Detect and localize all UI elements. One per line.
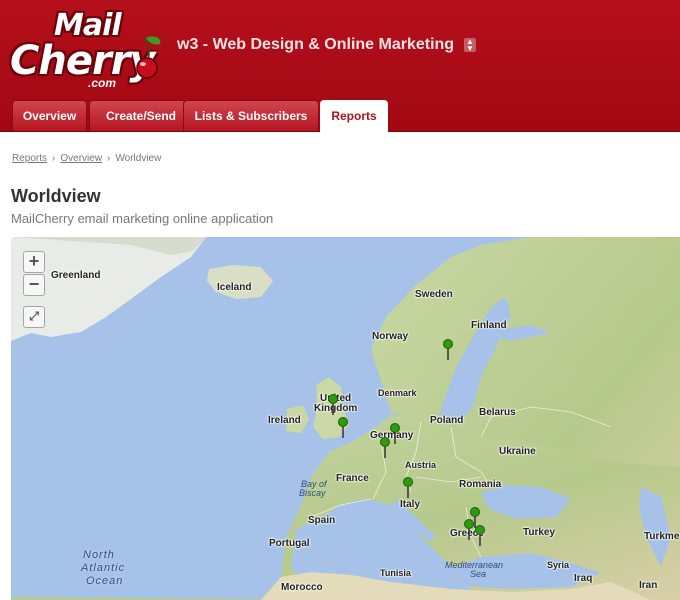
mailcherry-logo[interactable]: Mail Cherry .com xyxy=(8,6,163,92)
breadcrumb-separator: › xyxy=(107,153,111,164)
map-marker[interactable] xyxy=(441,339,455,361)
cherry-icon xyxy=(136,35,161,79)
map-label-turkmenistan: Turkme xyxy=(644,531,680,542)
breadcrumb-reports[interactable]: Reports xyxy=(12,153,47,164)
map-label-poland: Poland xyxy=(430,415,464,426)
map-label-denmark: Denmark xyxy=(378,388,417,398)
account-title: w3 - Web Design & Online Marketing xyxy=(177,36,455,53)
map-label-ukraine: Ukraine xyxy=(499,446,536,457)
fullscreen-icon[interactable]: ⤢ xyxy=(23,306,45,328)
logo-text-dotcom: .com xyxy=(88,76,117,90)
map-label-north: North xyxy=(83,549,115,561)
page-subtitle: MailCherry email marketing online applic… xyxy=(11,211,274,226)
map-label-syria: Syria xyxy=(547,560,570,570)
breadcrumb: Reports › Overview › Worldview xyxy=(12,153,161,164)
tab-overview[interactable]: Overview xyxy=(12,100,87,131)
map-label-sweden: Sweden xyxy=(415,289,453,300)
map-label-romania: Romania xyxy=(459,479,502,490)
map-label-turkey: Turkey xyxy=(523,527,556,538)
map-label-biscay: Biscay xyxy=(299,488,326,498)
map-label-iceland: Iceland xyxy=(217,282,252,293)
map-label-iran: Iran xyxy=(639,580,658,591)
map-label-ireland: Ireland xyxy=(268,415,301,426)
map-label-portugal: Portugal xyxy=(269,538,310,549)
zoom-in-button[interactable]: + xyxy=(23,251,45,273)
tab-create-send[interactable]: Create/Send xyxy=(89,100,193,131)
tab-lists-subscribers[interactable]: Lists & Subscribers xyxy=(183,100,319,131)
map-marker[interactable] xyxy=(326,394,340,416)
map-marker[interactable] xyxy=(401,477,415,499)
map-label-greenland: Greenland xyxy=(51,270,101,281)
map-marker[interactable] xyxy=(378,437,392,459)
map-label-france: France xyxy=(336,473,369,484)
app-header: Mail Cherry .com w3 - Web Design & Onlin… xyxy=(0,0,680,132)
map-label-spain: Spain xyxy=(308,515,336,526)
map-label-morocco: Morocco xyxy=(281,582,323,593)
page-title: Worldview xyxy=(11,186,101,206)
map-label-iraq: Iraq xyxy=(574,573,593,584)
map-label-ocean: Ocean xyxy=(86,575,124,587)
map-label-atlantic: Atlantic xyxy=(81,562,126,574)
worldview-map[interactable]: + − ⤢ Greenland Iceland Sweden Finland N… xyxy=(11,237,680,600)
map-marker[interactable] xyxy=(473,525,487,547)
map-label-italy: Italy xyxy=(400,499,421,510)
map-label-tunisia: Tunisia xyxy=(380,568,411,578)
map-label-austria: Austria xyxy=(405,460,437,470)
map-marker[interactable] xyxy=(336,417,350,439)
map-label-belarus: Belarus xyxy=(479,407,516,418)
breadcrumb-overview[interactable]: Overview xyxy=(60,153,102,164)
tab-reports[interactable]: Reports xyxy=(320,100,388,132)
updown-arrows-icon[interactable]: ▲ ▼ xyxy=(464,38,476,53)
zoom-out-button[interactable]: − xyxy=(23,274,45,296)
breadcrumb-separator: › xyxy=(52,153,56,164)
map-label-norway: Norway xyxy=(372,331,409,342)
map-label-finland: Finland xyxy=(471,320,507,331)
breadcrumb-current: Worldview xyxy=(115,153,162,164)
map-label-sea: Sea xyxy=(470,569,487,579)
